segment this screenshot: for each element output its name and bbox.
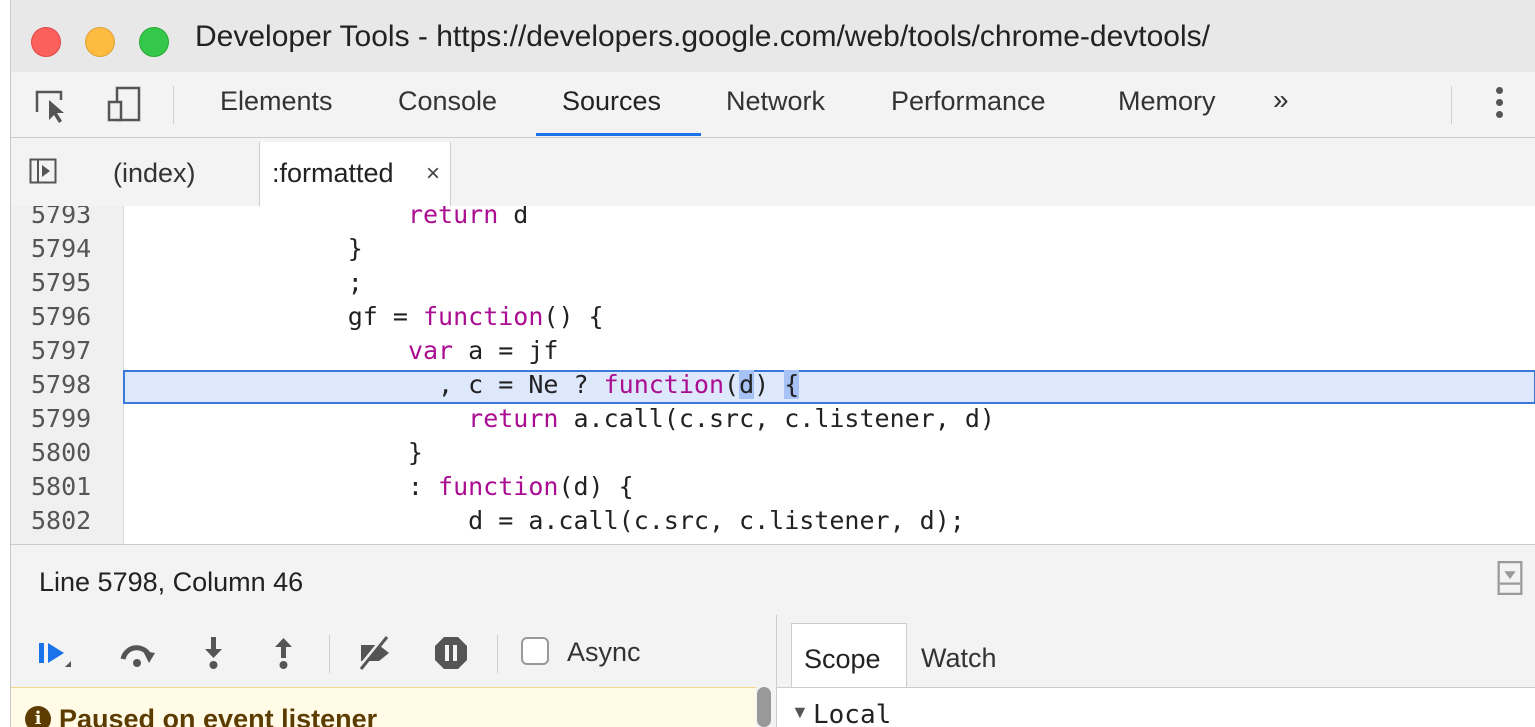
toolbar-divider [173, 86, 174, 124]
line-number[interactable]: 5796 [31, 302, 115, 331]
code-text: } [137, 438, 423, 467]
tab-scope-label: Scope [804, 644, 881, 674]
more-tabs-button[interactable]: » [1273, 84, 1289, 116]
code-line: 5796 gf = function() { [11, 302, 1535, 336]
code-line: 5801 : function(d) { [11, 472, 1535, 506]
debugger-divider [497, 635, 498, 673]
more-options-icon[interactable] [1489, 82, 1509, 126]
code-text: : function(d) { [137, 472, 634, 501]
paused-message: Paused on event listener [59, 704, 378, 727]
tab-console[interactable]: Console [398, 86, 497, 117]
devtools-window: Developer Tools - https://developers.goo… [10, 0, 1535, 727]
paused-message-banner: i Paused on event listener [11, 687, 756, 727]
code-text: return a.call(c.src, c.listener, d) [468, 404, 995, 433]
line-number[interactable]: 5794 [31, 234, 115, 263]
main-toolbar: Elements Console Sources Network Perform… [11, 72, 1535, 138]
minimize-window-button[interactable] [85, 27, 115, 57]
line-number[interactable]: 5799 [31, 404, 115, 433]
code-line: 5799 return a.call(c.src, c.listener, d) [11, 404, 1535, 438]
debugger-controls-pane: Async i Paused on event listener [11, 615, 777, 727]
line-number[interactable]: 5797 [31, 336, 115, 365]
close-window-button[interactable] [31, 27, 61, 57]
expand-triangle-icon[interactable]: ▼ [791, 702, 809, 723]
line-number[interactable]: 5798 [31, 370, 115, 399]
debugger-divider [329, 635, 330, 673]
scrollbar-thumb[interactable] [757, 687, 771, 727]
code-text: var a = jf [407, 336, 559, 365]
step-over-icon[interactable] [117, 633, 157, 673]
code-line: 5800 } [11, 438, 1535, 472]
code-text: , c = Ne ? function(d) { [137, 370, 800, 399]
code-line: 5794 } [11, 234, 1535, 268]
async-label: Async [567, 637, 641, 667]
line-number[interactable]: 5802 [31, 506, 115, 535]
code-editor[interactable]: 5793 return d 5794 } 5795 ; 5796 gf = fu… [11, 206, 1535, 544]
window-title: Developer Tools - https://developers.goo… [195, 20, 1210, 53]
deactivate-breakpoints-icon[interactable] [355, 633, 395, 673]
tab-elements[interactable]: Elements [220, 86, 333, 117]
code-text: gf = function() { [137, 302, 604, 331]
cursor-position: Line 5798, Column 46 [39, 567, 304, 597]
debugger-sidebar-pane: Scope Watch ▼ Local [777, 615, 1535, 727]
toggle-navigator-icon[interactable] [29, 158, 57, 184]
scope-local-section[interactable]: ▼ Local [777, 687, 1535, 727]
pause-on-exceptions-icon[interactable] [431, 633, 471, 673]
tab-network[interactable]: Network [726, 86, 825, 117]
scope-local-label: Local [813, 700, 892, 727]
file-tab-index[interactable]: (index) [113, 158, 196, 189]
toggle-debugger-icon[interactable] [1497, 561, 1523, 595]
inspect-element-icon[interactable] [29, 82, 73, 126]
line-number[interactable]: 5795 [31, 268, 115, 297]
device-toolbar-icon[interactable] [103, 82, 147, 126]
line-number[interactable]: 5801 [31, 472, 115, 501]
file-tab-label: :formatted [272, 158, 394, 188]
line-number[interactable]: 5793 [31, 206, 115, 229]
file-tab-formatted[interactable]: :formatted × [259, 142, 451, 206]
code-line: 5797 var a = jf [11, 336, 1535, 370]
code-line: 5802 d = a.call(c.src, c.listener, d); [11, 506, 1535, 540]
editor-status-bar: Line 5798, Column 46 [11, 544, 1535, 616]
zoom-window-button[interactable] [139, 27, 169, 57]
tab-watch[interactable]: Watch [921, 643, 997, 674]
code-text: ; [137, 268, 363, 297]
code-line: 5793 return d [11, 206, 1535, 234]
title-bar: Developer Tools - https://developers.goo… [11, 0, 1535, 78]
resume-icon[interactable] [35, 633, 75, 673]
active-tab-indicator [536, 133, 701, 136]
info-icon: i [25, 706, 51, 727]
code-text: d = a.call(c.src, c.listener, d); [137, 506, 965, 535]
tab-performance[interactable]: Performance [891, 86, 1046, 117]
code-text: return d [407, 206, 529, 229]
file-tab-bar: (index) :formatted × [11, 138, 1535, 207]
code-line-highlighted: 5798 , c = Ne ? function(d) { [11, 370, 1535, 404]
close-tab-icon[interactable]: × [426, 160, 440, 188]
code-text: } [137, 234, 363, 263]
tab-sources[interactable]: Sources [562, 86, 661, 117]
tab-memory[interactable]: Memory [1118, 86, 1216, 117]
code-line: 5795 ; [11, 268, 1535, 302]
tab-scope[interactable]: Scope [791, 623, 907, 688]
async-checkbox[interactable] [521, 637, 549, 665]
line-number[interactable]: 5800 [31, 438, 115, 467]
step-into-icon[interactable] [193, 633, 233, 673]
toolbar-divider [1451, 86, 1452, 124]
step-out-icon[interactable] [263, 633, 303, 673]
